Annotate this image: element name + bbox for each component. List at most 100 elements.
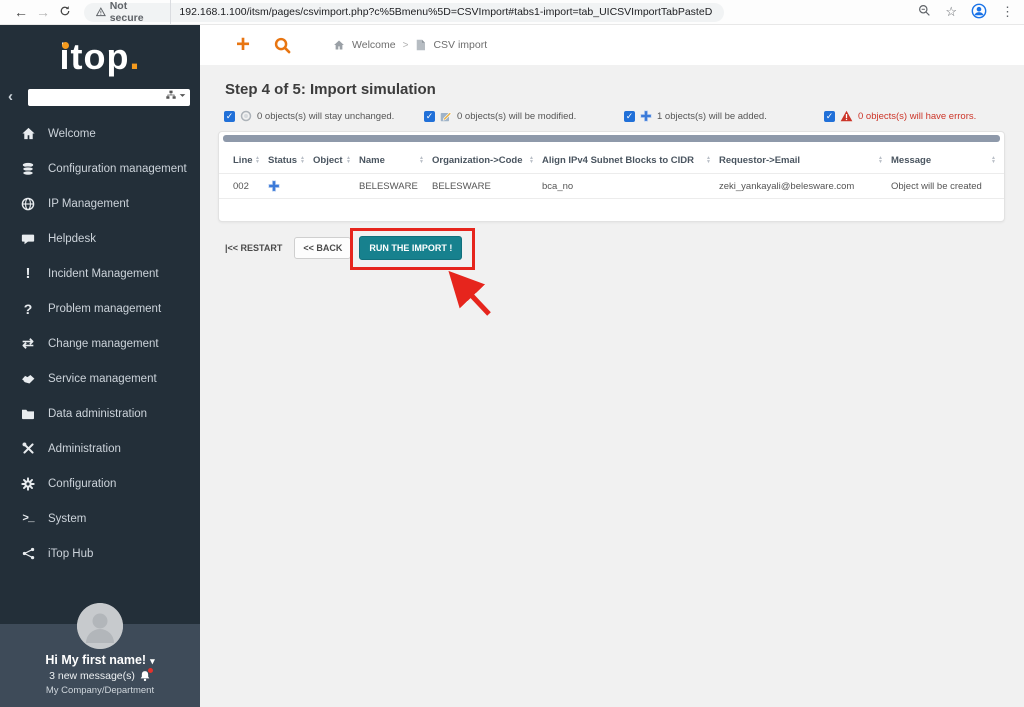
bell-icon[interactable]	[139, 668, 153, 682]
not-secure-badge[interactable]: Not secure	[96, 0, 172, 24]
column-header-object[interactable]: Object ▲ ▼	[313, 155, 359, 166]
error-icon	[840, 110, 853, 122]
exchange-icon: ⇄	[22, 335, 34, 351]
warning-triangle-icon	[96, 7, 106, 17]
profile-icon[interactable]	[971, 3, 987, 22]
question-icon: ?	[23, 300, 33, 317]
sidebar-item-problem-management[interactable]: ? Problem management	[0, 291, 200, 326]
sidebar: itop. ‹ Welcome Configuration management	[0, 25, 200, 707]
added-checkbox[interactable]: ✓	[624, 110, 635, 122]
column-header-subnet-cidr[interactable]: Align IPv4 Subnet Blocks to CIDR ▲ ▼	[542, 155, 719, 166]
sort-icon[interactable]: ▲ ▼	[300, 155, 305, 165]
sidebar-item-welcome[interactable]: Welcome	[0, 116, 200, 151]
table-header-row: Line ▲ ▼ Status ▲ ▼ Object ▲ ▼ Name ▲ ▼ Organiza…	[219, 147, 1004, 173]
messages-label: 3 new message(s)	[49, 670, 135, 682]
cell-requestor-email: zeki_yankayali@belesware.com	[719, 180, 855, 192]
home-icon	[16, 126, 40, 141]
notification-badge	[147, 668, 153, 673]
restart-button[interactable]: |<< RESTART	[225, 243, 282, 253]
user-company: My Company/Department	[45, 685, 155, 696]
browser-refresh-icon[interactable]	[54, 4, 76, 20]
summary-added: ✓ 1 objects(s) will be added.	[624, 110, 767, 122]
column-header-line[interactable]: Line ▲ ▼	[233, 155, 268, 166]
breadcrumb-separator: >	[402, 39, 409, 51]
summary-unchanged: ✓ 0 objects(s) will stay unchanged.	[224, 110, 395, 122]
table-empty-space	[219, 199, 1004, 221]
tools-icon	[16, 442, 40, 455]
sidebar-item-helpdesk[interactable]: Helpdesk	[0, 221, 200, 256]
sort-icon[interactable]: ▲ ▼	[706, 155, 711, 165]
not-secure-label: Not secure	[109, 0, 144, 24]
caret-down-icon: ▾	[150, 656, 155, 666]
bookmark-star-icon[interactable]: ☆	[945, 4, 957, 20]
errors-checkbox[interactable]: ✓	[824, 110, 835, 122]
simulation-table: Line ▲ ▼ Status ▲ ▼ Object ▲ ▼ Name ▲ ▼ Organiza…	[218, 131, 1005, 222]
sidebar-item-administration[interactable]: Administration	[0, 431, 200, 466]
page: ← → Not secure 192.168.1.100/itsm/pages/…	[0, 0, 1024, 707]
column-header-message[interactable]: Message ▲ ▼	[891, 155, 1004, 166]
address-bar[interactable]: Not secure 192.168.1.100/itsm/pages/csvi…	[84, 0, 724, 24]
browser-forward-icon[interactable]: →	[32, 4, 54, 20]
sidebar-menu: Welcome Configuration management IP Mana…	[0, 116, 200, 571]
wizard-buttons: |<< RESTART << BACK RUN THE IMPORT !	[225, 228, 1024, 316]
annotation-arrow	[448, 270, 492, 316]
zoom-icon[interactable]	[918, 4, 931, 20]
modified-checkbox[interactable]: ✓	[424, 110, 435, 122]
main-toolbar: + Welcome > CSV import	[200, 25, 1024, 65]
sidebar-item-incident-management[interactable]: ! Incident Management	[0, 256, 200, 291]
cell-line: 002	[233, 180, 249, 192]
sidebar-item-configuration[interactable]: Configuration	[0, 466, 200, 501]
column-header-requestor-email[interactable]: Requestor->Email ▲ ▼	[719, 155, 891, 166]
sidebar-item-configuration-management[interactable]: Configuration management	[0, 151, 200, 186]
sidebar-item-itop-hub[interactable]: iTop Hub	[0, 536, 200, 571]
breadcrumb-welcome[interactable]: Welcome	[352, 39, 396, 51]
cell-name: BELESWARE	[359, 180, 418, 192]
itop-logo[interactable]: itop.	[60, 35, 141, 79]
breadcrumb-home-icon	[334, 40, 344, 50]
exclamation-icon: !	[25, 265, 31, 282]
breadcrumb-csv-import[interactable]: CSV import	[433, 39, 487, 51]
sidebar-collapse-icon[interactable]: ‹	[8, 88, 20, 105]
run-import-button[interactable]: RUN THE IMPORT !	[359, 236, 463, 260]
browser-menu-icon[interactable]: ⋮	[1001, 4, 1014, 20]
sort-icon[interactable]: ▲ ▼	[878, 155, 883, 165]
sort-icon[interactable]: ▲ ▼	[529, 155, 534, 165]
logo-orange-dot	[61, 42, 69, 49]
add-icon	[640, 110, 652, 122]
sidebar-item-change-management[interactable]: ⇄ Change management	[0, 326, 200, 361]
new-object-icon[interactable]: +	[236, 33, 250, 57]
unchanged-checkbox[interactable]: ✓	[224, 110, 235, 122]
modified-icon	[440, 111, 452, 122]
sidebar-item-data-administration[interactable]: Data administration	[0, 396, 200, 431]
back-button[interactable]: << BACK	[294, 237, 352, 259]
csv-file-icon	[417, 39, 426, 51]
browser-back-icon[interactable]: ←	[10, 4, 32, 20]
comment-icon	[16, 232, 40, 246]
browser-toolbar: ← → Not secure 192.168.1.100/itsm/pages/…	[0, 0, 1024, 25]
sidebar-item-system[interactable]: >_ System	[0, 501, 200, 536]
cell-status	[268, 180, 313, 192]
import-summary: ✓ 0 objects(s) will stay unchanged. ✓ 0 …	[224, 110, 1024, 122]
url-text: 192.168.1.100/itsm/pages/csvimport.php?c…	[179, 6, 712, 18]
cell-subnet-cidr: bca_no	[542, 180, 574, 192]
search-icon[interactable]	[274, 37, 291, 54]
breadcrumb: Welcome > CSV import	[333, 39, 487, 51]
quick-search	[28, 87, 190, 106]
sort-icon[interactable]: ▲ ▼	[419, 155, 424, 165]
table-horizontal-scrollbar[interactable]	[223, 135, 1000, 142]
page-title: Step 4 of 5: Import simulation	[225, 81, 436, 98]
table-row: 002 BELESWARE BELESWARE bca_no zeki_yank…	[219, 173, 1004, 199]
avatar[interactable]	[77, 603, 123, 649]
column-header-status[interactable]: Status ▲ ▼	[268, 155, 313, 166]
sidebar-item-service-management[interactable]: Service management	[0, 361, 200, 396]
column-header-name[interactable]: Name ▲ ▼	[359, 155, 432, 166]
share-icon	[16, 547, 40, 560]
column-header-org-code[interactable]: Organization->Code ▲ ▼	[432, 155, 542, 166]
sidebar-item-ip-management[interactable]: IP Management	[0, 186, 200, 221]
content: Step 4 of 5: Import simulation ✓ 0 objec…	[200, 65, 1024, 316]
terminal-icon: >_	[22, 512, 34, 525]
sort-icon[interactable]: ▲ ▼	[255, 155, 260, 165]
sort-icon[interactable]: ▲ ▼	[346, 155, 351, 165]
sort-icon[interactable]: ▲ ▼	[991, 155, 996, 165]
chevron-down-icon[interactable]	[179, 92, 186, 99]
